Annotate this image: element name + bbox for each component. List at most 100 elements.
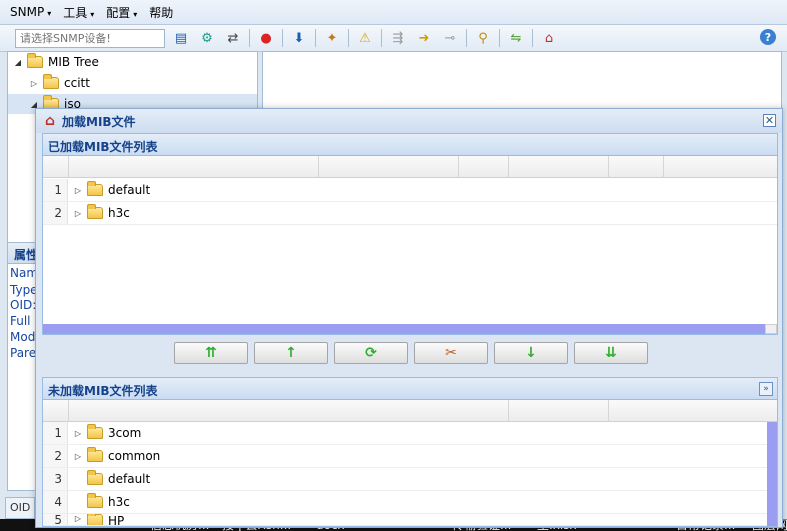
move-up-button[interactable]: ↑ [254,342,328,364]
network-device-icon[interactable]: ⇄ [223,28,243,48]
download-arrow-icon[interactable]: ⬇ [289,28,309,48]
mib-home-icon: ⌂ [44,113,56,129]
link-icon[interactable]: ⇶ [388,28,408,48]
column-divider [458,156,459,178]
row-number: 5 [43,514,68,525]
collapsed-triangle-icon[interactable]: ▷ [72,514,84,523]
tree-node-ccitt[interactable]: ▷ ccitt [28,73,90,93]
horizontal-scrollbar[interactable] [43,324,765,334]
key-icon[interactable]: ⊸ [440,28,460,48]
folder-icon [87,204,103,219]
table-row[interactable]: 1 ▷ 3com [43,422,767,445]
column-divider [68,156,69,178]
toolbar-separator [499,29,500,47]
collapsed-triangle-icon[interactable]: ▷ [72,209,84,218]
load-mib-dialog: ⌂ 加载MIB文件 ✕ 已加载MIB文件列表 1 ▷ default 2 ▷ h… [35,108,783,528]
loaded-mib-panel: 已加载MIB文件列表 1 ▷ default 2 ▷ h3c [42,133,778,335]
walk-icon[interactable]: ✦ [322,28,342,48]
folder-icon [87,470,103,485]
set-icon[interactable]: ➜ [414,28,434,48]
toolbar-separator [466,29,467,47]
move-button-bar: ⇈ ↑ ⟳ ✂ ↓ ⇊ [174,342,654,364]
column-divider [608,156,609,178]
menu-tools[interactable]: 工具 ▾ [63,4,94,21]
prop-name-label: Nam [10,266,39,280]
menu-snmp[interactable]: SNMP ▾ [10,5,51,19]
refresh-button[interactable]: ⟳ [334,342,408,364]
prop-type-label: Type [10,283,38,297]
toolbar-separator [249,29,250,47]
menu-bar: SNMP ▾ 工具 ▾ 配置 ▾ 帮助 [0,0,787,25]
search-icon[interactable]: ⚲ [473,28,493,48]
tools-icon: ✂ [445,345,457,361]
prop-parent-label: Pare [10,346,37,360]
double-up-arrow-icon: ⇈ [205,345,217,361]
collapsed-triangle-icon[interactable]: ▷ [72,429,84,438]
move-bottom-button[interactable]: ⇊ [574,342,648,364]
tree-node-mib-root[interactable]: ◢ MIB Tree [12,52,99,72]
double-down-arrow-icon: ⇊ [605,345,617,361]
tools-button[interactable]: ✂ [414,342,488,364]
loaded-grid-header [43,156,777,178]
folder-icon [87,424,103,439]
stop-icon[interactable]: ● [256,28,276,48]
menu-config[interactable]: 配置 ▾ [106,4,137,21]
toolbar: ▤ ⚙ ⇄ ● ⬇ ✦ ⚠ ⇶ ➜ ⊸ ⚲ ⇋ ⌂ ? [0,25,787,52]
column-divider [663,156,664,178]
move-down-button[interactable]: ↓ [494,342,568,364]
prop-module-label: Mod [10,330,36,344]
folder-icon [87,447,103,462]
unloaded-grid-header [43,400,777,422]
table-row[interactable]: 4 h3c [43,491,767,514]
gear-icon[interactable]: ⚙ [197,28,217,48]
row-number: 1 [43,179,68,201]
refresh-icon: ⟳ [365,345,377,361]
vertical-scrollbar[interactable] [767,422,777,526]
oid-status: OID [5,497,35,519]
table-row[interactable]: 1 ▷ default [43,179,777,202]
column-divider [68,400,69,422]
table-row[interactable]: 5 ▷ HP [43,514,767,526]
table-row[interactable]: 2 ▷ common [43,445,767,468]
compare-icon[interactable]: ⇋ [506,28,526,48]
folder-icon [87,493,103,508]
unloaded-panel-title: 未加载MIB文件列表 [43,378,777,400]
help-icon[interactable]: ? [760,29,776,45]
device-select-input[interactable] [15,28,165,48]
folder-icon [87,514,103,525]
row-number: 2 [43,202,68,224]
down-arrow-icon: ↓ [525,345,537,361]
collapsed-triangle-icon[interactable]: ▷ [72,186,84,195]
folder-icon [87,181,103,196]
loaded-panel-title: 已加载MIB文件列表 [43,134,777,156]
expanded-triangle-icon[interactable]: ◢ [12,58,24,67]
menu-help[interactable]: 帮助 [149,4,173,21]
collapsed-triangle-icon[interactable]: ▷ [72,452,84,461]
table-row[interactable]: 3 default [43,468,767,491]
row-number: 4 [43,491,68,513]
keyboard-icon[interactable]: ▤ [171,28,191,48]
toolbar-separator [315,29,316,47]
unloaded-mib-panel: 未加载MIB文件列表 » 1 ▷ 3com 2 ▷ common 3 defau… [42,377,778,527]
column-divider [318,156,319,178]
row-number: 2 [43,445,68,467]
folder-icon [43,74,59,89]
toolbar-separator [381,29,382,47]
mib-home-icon[interactable]: ⌂ [539,28,559,48]
prop-oid-label: OID: [10,298,37,312]
close-icon[interactable]: ✕ [763,114,776,127]
move-top-button[interactable]: ⇈ [174,342,248,364]
up-arrow-icon: ↑ [285,345,297,361]
toolbar-separator [282,29,283,47]
column-divider [508,400,509,422]
collapse-icon[interactable]: » [759,382,773,396]
column-divider [608,400,609,422]
row-number: 1 [43,422,68,444]
toolbar-separator [348,29,349,47]
row-number: 3 [43,468,68,490]
warning-icon[interactable]: ⚠ [355,28,375,48]
collapsed-triangle-icon[interactable]: ▷ [28,79,40,88]
table-row[interactable]: 2 ▷ h3c [43,202,777,225]
folder-icon [27,53,43,68]
scroll-corner [765,324,777,334]
